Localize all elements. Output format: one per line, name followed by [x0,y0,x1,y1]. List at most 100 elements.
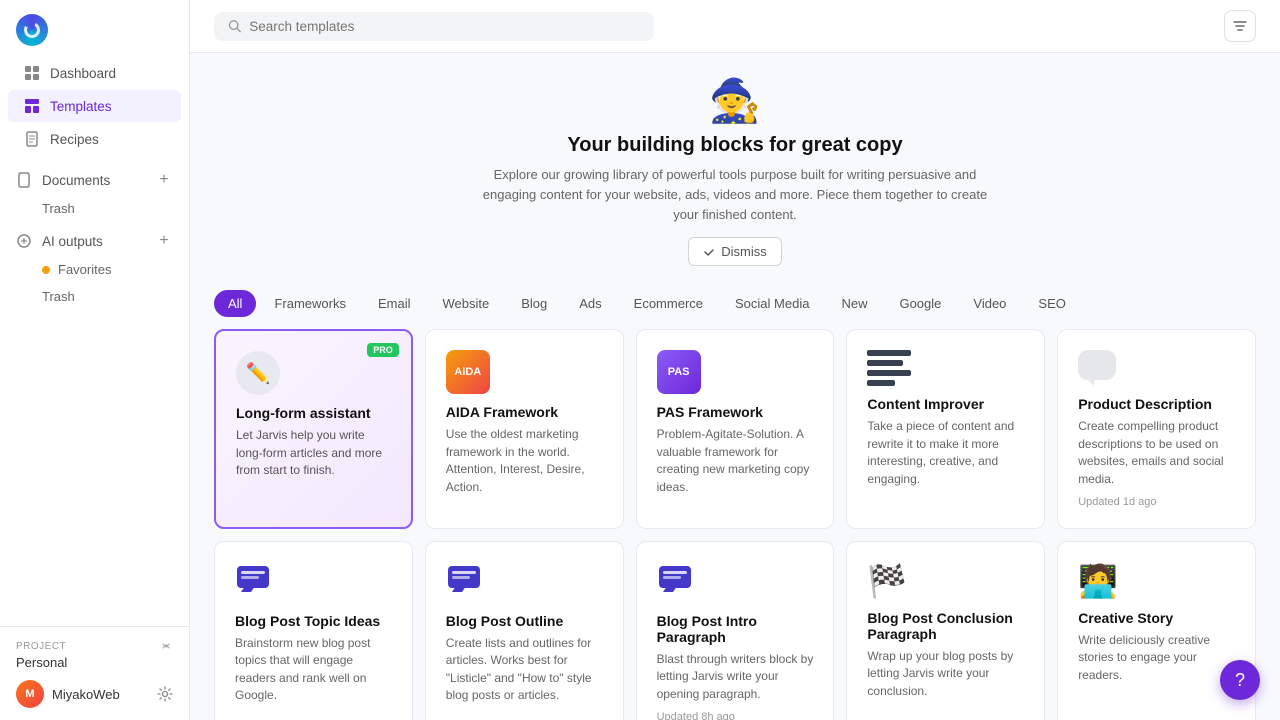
sidebar-item-label: Templates [50,99,112,114]
card-title: Blog Post Conclusion Paragraph [867,610,1024,642]
tab-google[interactable]: Google [885,290,955,317]
card-content-improver[interactable]: Content Improver Take a piece of content… [846,329,1045,529]
card-blog-post-intro[interactable]: Blog Post Intro Paragraph Blast through … [636,541,835,720]
card-title: Blog Post Outline [446,613,603,629]
card-description: Take a piece of content and rewrite it t… [867,418,1024,488]
tab-seo[interactable]: SEO [1024,290,1079,317]
favorites-label: Favorites [58,262,111,277]
tab-video[interactable]: Video [959,290,1020,317]
card-blog-post-outline[interactable]: Blog Post Outline Create lists and outli… [425,541,624,720]
chat-icon-1 [235,562,392,603]
search-icon [228,19,241,33]
card-description: Problem-Agitate-Solution. A valuable fra… [657,426,814,496]
project-label: PROJECT [16,641,66,652]
add-document-button[interactable]: + [155,171,173,189]
card-aida-framework[interactable]: AIDA AIDA Framework Use the oldest marke… [425,329,624,529]
cards-grid: PRO ✏️ Long-form assistant Let Jarvis he… [214,329,1256,720]
tab-ecommerce[interactable]: Ecommerce [620,290,717,317]
documents-nav-item[interactable]: Documents [16,172,110,188]
project-name: Personal [16,655,173,670]
card-blog-post-topic-ideas[interactable]: Blog Post Topic Ideas Brainstorm new blo… [214,541,413,720]
recipes-icon [24,131,40,147]
hero-title: Your building blocks for great copy [234,134,1236,157]
sidebar-item-trash[interactable]: Trash [0,195,189,222]
dismiss-label: Dismiss [721,244,767,259]
character-icon: 🧑‍💻 [1078,562,1235,600]
chat-icon-3 [657,562,814,603]
sidebar-item-recipes[interactable]: Recipes [8,123,181,155]
pro-badge: PRO [367,343,399,357]
hero-description: Explore our growing library of powerful … [475,165,995,225]
search-input[interactable] [249,19,640,34]
ai-outputs-label: AI outputs [42,234,103,249]
card-title: AIDA Framework [446,404,603,420]
flag-icon: 🏁 [867,562,1024,600]
card-updated: Updated 1d ago [1078,496,1235,508]
settings-icon[interactable] [157,686,173,702]
tab-ads[interactable]: Ads [565,290,615,317]
card-title: Creative Story [1078,610,1235,626]
hero-banner: 🧙 Your building blocks for great copy Ex… [214,53,1256,282]
template-icon [24,98,40,114]
aida-icon: AIDA [446,350,490,394]
card-description: Wrap up your blog posts by letting Jarvi… [867,648,1024,700]
app-header [190,0,1280,53]
hero-emoji: 🧙 [234,77,1236,126]
favorites-dot [42,266,50,274]
card-description: Create compelling product descriptions t… [1078,418,1235,488]
sidebar-item-label: Recipes [50,132,99,147]
help-label: ? [1235,670,1245,691]
add-ai-output-button[interactable]: + [155,232,173,250]
user-row: M MiyakoWeb [16,680,173,708]
avatar: M [16,680,44,708]
grid-icon [24,65,40,81]
documents-section: Documents + Trash [0,165,189,222]
ai-outputs-nav-item[interactable]: AI outputs [16,233,103,249]
sidebar-item-dashboard[interactable]: Dashboard [8,57,181,89]
card-long-form-assistant[interactable]: PRO ✏️ Long-form assistant Let Jarvis he… [214,329,413,529]
card-title: PAS Framework [657,404,814,420]
username: MiyakoWeb [52,687,149,702]
app-logo[interactable] [16,14,48,46]
documents-icon [16,172,32,188]
card-pas-framework[interactable]: PAS PAS Framework Problem-Agitate-Soluti… [636,329,835,529]
sidebar: Dashboard Templates Recipes Documents + … [0,0,190,720]
card-title: Long-form assistant [236,405,391,421]
ai-outputs-icon [16,233,32,249]
logo-area [0,0,189,56]
longform-icon: ✏️ [236,351,280,395]
filter-button[interactable] [1224,10,1256,42]
card-description: Let Jarvis help you write long-form arti… [236,427,391,479]
card-blog-post-conclusion[interactable]: 🏁 Blog Post Conclusion Paragraph Wrap up… [846,541,1045,720]
filter-icon [1233,19,1247,33]
project-select-icon[interactable] [159,639,173,653]
tab-website[interactable]: Website [428,290,503,317]
help-button[interactable]: ? [1220,660,1260,700]
tab-new[interactable]: New [827,290,881,317]
search-bar[interactable] [214,12,654,41]
main-content: 🧙 Your building blocks for great copy Ex… [190,0,1280,720]
card-title: Blog Post Intro Paragraph [657,613,814,645]
dismiss-button[interactable]: Dismiss [688,237,782,266]
content-area: 🧙 Your building blocks for great copy Ex… [190,53,1280,720]
lines-icon [867,350,911,386]
ai-outputs-section: AI outputs + Favorites Trash [0,226,189,310]
card-product-description[interactable]: Product Description Create compelling pr… [1057,329,1256,529]
tab-email[interactable]: Email [364,290,425,317]
tab-frameworks[interactable]: Frameworks [260,290,360,317]
sidebar-item-favorites[interactable]: Favorites [0,256,189,283]
sidebar-item-trash-ai[interactable]: Trash [0,283,189,310]
tab-all[interactable]: All [214,290,256,317]
sidebar-nav: Dashboard Templates Recipes Documents + … [0,56,189,626]
card-description: Write deliciously creative stories to en… [1078,632,1235,684]
trash-label: Trash [42,201,75,216]
documents-section-header: Documents + [0,165,189,195]
category-tabs: All Frameworks Email Website Blog Ads Ec… [214,282,1256,329]
sidebar-item-label: Dashboard [50,66,116,81]
tab-social-media[interactable]: Social Media [721,290,823,317]
tab-blog[interactable]: Blog [507,290,561,317]
sidebar-item-templates[interactable]: Templates [8,90,181,122]
card-description: Brainstorm new blog post topics that wil… [235,635,392,705]
card-updated: Updated 8h ago [657,711,814,720]
chat-icon-2 [446,562,603,603]
